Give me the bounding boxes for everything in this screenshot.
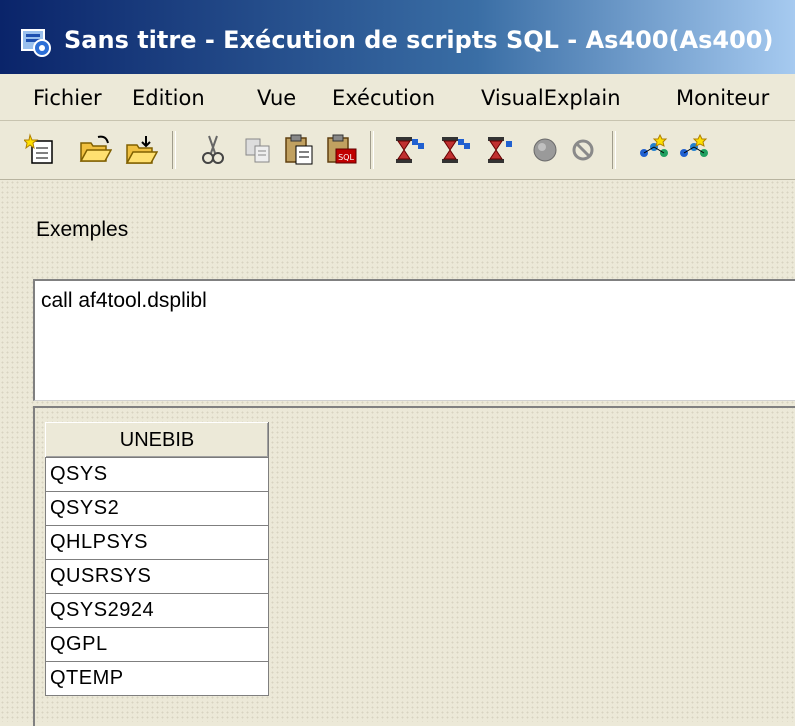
table-cell[interactable]: QSYS2924 [45,593,269,628]
paste-icon[interactable] [282,133,316,167]
table-cell[interactable]: QSYS [45,457,269,492]
content-area: Exemples call af4tool.dsplibl UNEBIB QSY… [0,180,795,726]
menu-fichier[interactable]: Fichier [33,84,102,112]
table-row[interactable]: QSYS2924 [45,593,269,628]
run-from-selection-icon[interactable] [438,133,472,167]
toolbar-separator [370,131,374,169]
menu-moniteur[interactable]: Moniteur [676,84,769,112]
window-title: Sans titre - Exécution de scripts SQL - … [64,26,774,54]
run-selected-icon[interactable] [484,133,518,167]
copy-icon[interactable] [242,133,276,167]
new-icon[interactable] [24,133,58,167]
database-query-icon [21,29,51,57]
column-header[interactable]: UNEBIB [45,422,269,458]
table-row[interactable]: QTEMP [45,661,269,696]
cut-icon[interactable] [196,133,230,167]
toolbar: SQL [0,121,795,180]
table-cell[interactable]: QTEMP [45,661,269,696]
menu-bar: Fichier Edition Vue Exécution VisualExpl… [0,74,795,121]
open-icon[interactable] [78,133,112,167]
sql-editor[interactable]: call af4tool.dsplibl [33,279,795,401]
table-cell[interactable]: QHLPSYS [45,525,269,560]
table-row[interactable]: QUSRSYS [45,559,269,594]
toolbar-separator [172,131,176,169]
menu-execution[interactable]: Exécution [332,84,435,112]
insert-sql-icon[interactable]: SQL [324,133,358,167]
table-row[interactable]: QHLPSYS [45,525,269,560]
cancel-icon[interactable] [566,133,600,167]
results-table: UNEBIB QSYS QSYS2 QHLPSYS QUSRSYS QSYS29… [45,422,269,696]
table-row[interactable]: QGPL [45,627,269,662]
visual-explain-run-icon[interactable] [676,133,710,167]
menu-visualexplain[interactable]: VisualExplain [481,84,621,112]
menu-edition[interactable]: Edition [132,84,205,112]
table-row[interactable]: QSYS2 [45,491,269,526]
toolbar-separator [612,131,616,169]
menu-vue[interactable]: Vue [257,84,296,112]
stop-icon[interactable] [528,133,562,167]
table-cell[interactable]: QSYS2 [45,491,269,526]
run-all-icon[interactable] [392,133,426,167]
results-panel: UNEBIB QSYS QSYS2 QHLPSYS QUSRSYS QSYS29… [33,406,795,726]
svg-text:SQL: SQL [338,153,354,162]
table-row[interactable]: QSYS [45,457,269,492]
title-bar[interactable]: Sans titre - Exécution de scripts SQL - … [0,0,795,74]
save-icon[interactable] [124,133,158,167]
table-cell[interactable]: QGPL [45,627,269,662]
examples-label[interactable]: Exemples [36,218,128,242]
visual-explain-icon[interactable] [636,133,670,167]
table-cell[interactable]: QUSRSYS [45,559,269,594]
